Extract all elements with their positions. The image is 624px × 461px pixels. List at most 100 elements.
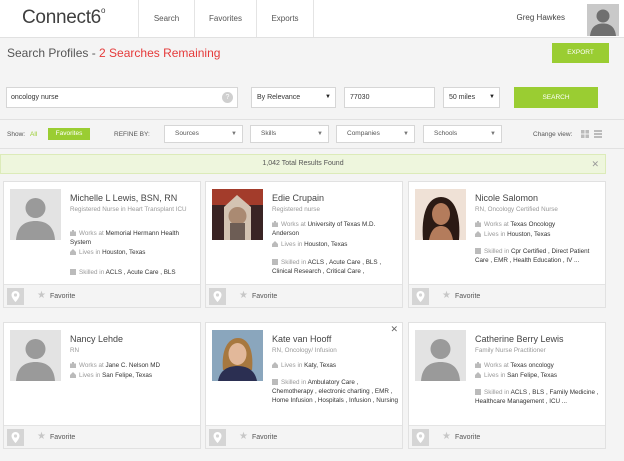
- export-button[interactable]: EXPORT: [552, 43, 609, 63]
- profile-name[interactable]: Edie Crupain: [272, 193, 324, 203]
- profile-name[interactable]: Nicole Salomon: [475, 193, 538, 203]
- show-label: Show:: [7, 131, 26, 138]
- lives-in-line: Lives in Houston, Texas: [272, 240, 400, 249]
- close-icon[interactable]: ✕: [591, 155, 599, 173]
- sort-select[interactable]: By Relevance ▼: [251, 87, 336, 108]
- card-footer: ★ Favorite: [206, 284, 402, 307]
- favorite-button[interactable]: Favorite: [455, 293, 480, 300]
- caret-down-icon: ▼: [325, 94, 331, 100]
- user-name[interactable]: Greg Hawkes: [517, 13, 565, 22]
- radius-select[interactable]: 50 miles ▼: [443, 87, 500, 108]
- nav-tab-favorites[interactable]: Favorites: [194, 0, 256, 37]
- skills-icon: [70, 269, 76, 276]
- nav-tab-exports[interactable]: Exports: [256, 0, 314, 37]
- map-pin-button[interactable]: [209, 429, 226, 446]
- nav-tab-search[interactable]: Search: [138, 0, 194, 37]
- grid-view-icon[interactable]: [581, 130, 589, 138]
- show-all-toggle[interactable]: All: [30, 131, 37, 138]
- home-icon: [475, 372, 481, 379]
- skilled-in-line: Skilled in Ambulatory Care , Chemotherap…: [272, 379, 398, 404]
- results-count-banner: 1,042 Total Results Found ✕: [0, 154, 606, 174]
- works-at-line: Works at Jane C. Nelson MD: [70, 361, 198, 370]
- star-icon[interactable]: ★: [37, 291, 46, 301]
- search-button[interactable]: SEARCH: [514, 87, 598, 108]
- profile-card[interactable]: Edie Crupain Registered nurse Works at U…: [205, 181, 403, 308]
- profile-title: Family Nurse Practitioner: [475, 347, 546, 354]
- map-pin-button[interactable]: [412, 288, 429, 305]
- lives-in-line: Lives in Houston, Texas: [475, 230, 603, 239]
- star-icon[interactable]: ★: [442, 432, 451, 442]
- change-view-label: Change view:: [533, 131, 573, 138]
- map-pin-icon: [416, 432, 425, 443]
- star-icon[interactable]: ★: [239, 432, 248, 442]
- lives-in-line: Lives in Houston, Texas: [70, 248, 198, 257]
- caret-down-icon: ▼: [489, 94, 495, 100]
- profile-title: Registered nurse: [272, 206, 320, 213]
- profile-card[interactable]: Catherine Berry Lewis Family Nurse Pract…: [408, 322, 606, 449]
- caret-down-icon: ▼: [490, 131, 496, 137]
- profile-photo: [212, 330, 263, 381]
- schools-filter[interactable]: Schools ▼: [423, 125, 502, 143]
- zip-code-input[interactable]: 77030: [344, 87, 435, 108]
- card-footer: ★ Favorite: [409, 284, 605, 307]
- card-footer: ★ Favorite: [4, 425, 200, 448]
- profile-card[interactable]: Michelle L Lewis, BSN, RN Registered Nur…: [3, 181, 201, 308]
- skilled-in-line: Skilled in ACLS , Acute Care , BLS: [70, 268, 198, 277]
- user-avatar[interactable]: [587, 4, 619, 36]
- profile-name[interactable]: Catherine Berry Lewis: [475, 334, 564, 344]
- favorite-button[interactable]: Favorite: [50, 293, 75, 300]
- profile-card[interactable]: ✕ Kate van Hooff RN, Oncology/ Infusion …: [205, 322, 403, 449]
- connect6-logo[interactable]: Connect6o: [22, 6, 105, 29]
- profile-card[interactable]: Nicole Salomon RN, Oncology Certified Nu…: [408, 181, 606, 308]
- card-footer: ★ Favorite: [409, 425, 605, 448]
- works-at-line: Works at Texas oncology: [475, 361, 603, 370]
- map-pin-button[interactable]: [209, 288, 226, 305]
- profile-name[interactable]: Michelle L Lewis, BSN, RN: [70, 193, 177, 203]
- map-pin-button[interactable]: [412, 429, 429, 446]
- profile-photo-image: [212, 189, 263, 240]
- favorite-button[interactable]: Favorite: [252, 293, 277, 300]
- help-icon[interactable]: ?: [222, 92, 233, 103]
- profile-card[interactable]: Nancy Lehde RN Works at Jane C. Nelson M…: [3, 322, 201, 449]
- profile-title: RN, Oncology/ Infusion: [272, 347, 337, 354]
- map-pin-button[interactable]: [7, 288, 24, 305]
- map-pin-icon: [416, 291, 425, 302]
- card-footer: ★ Favorite: [4, 284, 200, 307]
- card-footer: ★ Favorite: [206, 425, 402, 448]
- profile-photo-image: [212, 330, 263, 381]
- home-icon: [70, 249, 76, 256]
- favorite-button[interactable]: Favorite: [455, 434, 480, 441]
- profile-photo: [212, 189, 263, 240]
- profile-name[interactable]: Nancy Lehde: [70, 334, 123, 344]
- favorite-button[interactable]: Favorite: [252, 434, 277, 441]
- refine-by-label: REFINE BY:: [114, 131, 150, 138]
- briefcase-icon: [70, 230, 76, 237]
- profile-name[interactable]: Kate van Hooff: [272, 334, 331, 344]
- map-pin-button[interactable]: [7, 429, 24, 446]
- favorite-button[interactable]: Favorite: [50, 434, 75, 441]
- skills-filter[interactable]: Skills ▼: [250, 125, 329, 143]
- sources-filter[interactable]: Sources ▼: [164, 125, 243, 143]
- skills-icon: [272, 259, 278, 266]
- person-placeholder-icon: [415, 330, 466, 381]
- lives-in-line: Lives in San Felipe, Texas: [70, 371, 198, 380]
- sort-select-value: By Relevance: [257, 94, 301, 101]
- star-icon[interactable]: ★: [37, 432, 46, 442]
- profile-photo-image: [415, 189, 466, 240]
- star-icon[interactable]: ★: [239, 291, 248, 301]
- home-icon: [272, 241, 278, 248]
- person-placeholder-icon: [10, 330, 61, 381]
- results-count-text: 1,042 Total Results Found: [262, 160, 344, 167]
- list-view-icon[interactable]: [594, 130, 602, 138]
- profile-photo-placeholder: [10, 330, 61, 381]
- map-pin-icon: [11, 432, 20, 443]
- home-icon: [70, 372, 76, 379]
- keyword-search-input[interactable]: oncology nurse: [6, 87, 238, 108]
- show-favorites-toggle[interactable]: Favorites: [48, 128, 90, 140]
- profile-title: RN: [70, 347, 80, 354]
- close-icon[interactable]: ✕: [390, 324, 398, 335]
- companies-filter[interactable]: Companies ▼: [336, 125, 415, 143]
- star-icon[interactable]: ★: [442, 291, 451, 301]
- profile-title: Registered Nurse in Heart Transplant ICU: [70, 206, 187, 213]
- skills-icon: [272, 379, 278, 386]
